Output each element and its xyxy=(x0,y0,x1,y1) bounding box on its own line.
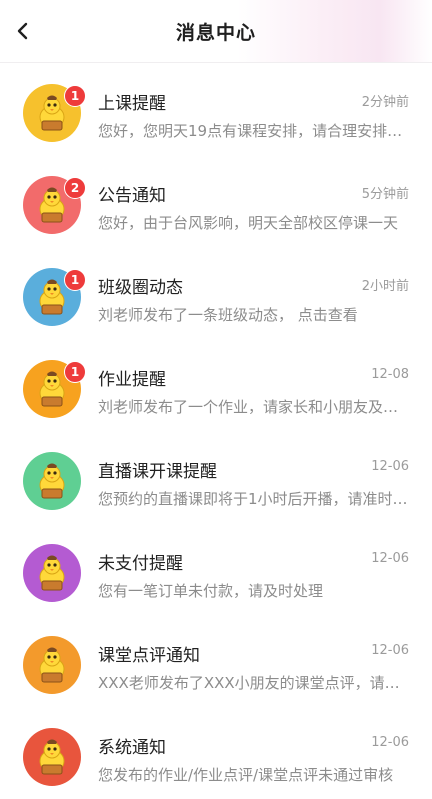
message-time: 2小时前 xyxy=(361,279,409,294)
message-title: 未支付提醒 xyxy=(98,554,183,574)
avatar xyxy=(23,728,81,786)
unread-badge: 2 xyxy=(64,177,86,199)
app-header: 消息中心 xyxy=(0,0,432,63)
message-time: 12-08 xyxy=(371,367,409,382)
message-item[interactable]: 课堂点评通知 12-06 XXX老师发布了XXX小朋友的课堂点评，请及时查看 xyxy=(0,615,432,707)
message-preview: 您好，您明天19点有课程安排，请合理安排时间 xyxy=(98,122,410,140)
message-item[interactable]: 直播课开课提醒 12-06 您预约的直播课即将于1小时后开播，请准时观看 xyxy=(0,431,432,523)
message-item[interactable]: 未支付提醒 12-06 您有一笔订单未付款，请及时处理 xyxy=(0,523,432,615)
avatar xyxy=(23,544,81,602)
message-preview: 刘老师发布了一条班级动态， 点击查看 xyxy=(98,306,358,324)
message-title: 公告通知 xyxy=(98,186,166,206)
message-time: 12-06 xyxy=(371,459,409,474)
message-title: 课堂点评通知 xyxy=(98,646,200,666)
message-preview: 您好，由于台风影响，明天全部校区停课一天 xyxy=(98,214,399,232)
message-item[interactable]: 1 作业提醒 12-08 刘老师发布了一个作业，请家长和小朋友及时完成 xyxy=(0,339,432,431)
message-item[interactable]: 1 上课提醒 2分钟前您好，您明天19点有课程安排，请合理安排时间 xyxy=(0,63,432,155)
message-title: 直播课开课提醒 xyxy=(98,462,217,482)
message-item[interactable]: 1 班级圈动态 2小时前 刘老师发布了一条班级动态， 点击查看 xyxy=(0,247,432,339)
unread-badge: 1 xyxy=(64,85,86,107)
message-list: 1 上课提醒 2分钟前您好，您明天19点有课程安排，请合理安排时间 2 公告通知 5分钟前… xyxy=(0,63,432,799)
message-preview: 您有一笔订单未付款，请及时处理 xyxy=(98,582,324,600)
message-time: 2分钟前 xyxy=(361,95,409,110)
message-item[interactable]: 2 公告通知 5分钟前您好，由于台风影响，明天全部校区停课一天 xyxy=(0,155,432,247)
avatar xyxy=(23,452,81,510)
page-title: 消息中心 xyxy=(175,22,256,44)
unread-badge: 1 xyxy=(64,269,86,291)
message-time: 5分钟前 xyxy=(361,187,409,202)
message-time: 12-06 xyxy=(371,643,409,658)
message-title: 上课提醒 xyxy=(98,94,166,114)
message-title: 系统通知 xyxy=(98,738,166,758)
message-title: 作业提醒 xyxy=(98,370,166,390)
avatar xyxy=(23,636,81,694)
unread-badge: 1 xyxy=(64,361,86,383)
message-preview: XXX老师发布了XXX小朋友的课堂点评，请及时查看 xyxy=(98,674,410,692)
message-title: 班级圈动态 xyxy=(98,278,183,298)
message-preview: 您发布的作业/作业点评/课堂点评未通过审核 xyxy=(98,766,394,784)
message-preview: 您预约的直播课即将于1小时后开播，请准时观看 xyxy=(98,490,410,508)
message-time: 12-06 xyxy=(371,551,409,566)
message-time: 12-06 xyxy=(371,735,409,750)
message-preview: 刘老师发布了一个作业，请家长和小朋友及时完成 xyxy=(98,398,410,416)
message-item[interactable]: 系统通知 12-06 您发布的作业/作业点评/课堂点评未通过审核 xyxy=(0,707,432,799)
